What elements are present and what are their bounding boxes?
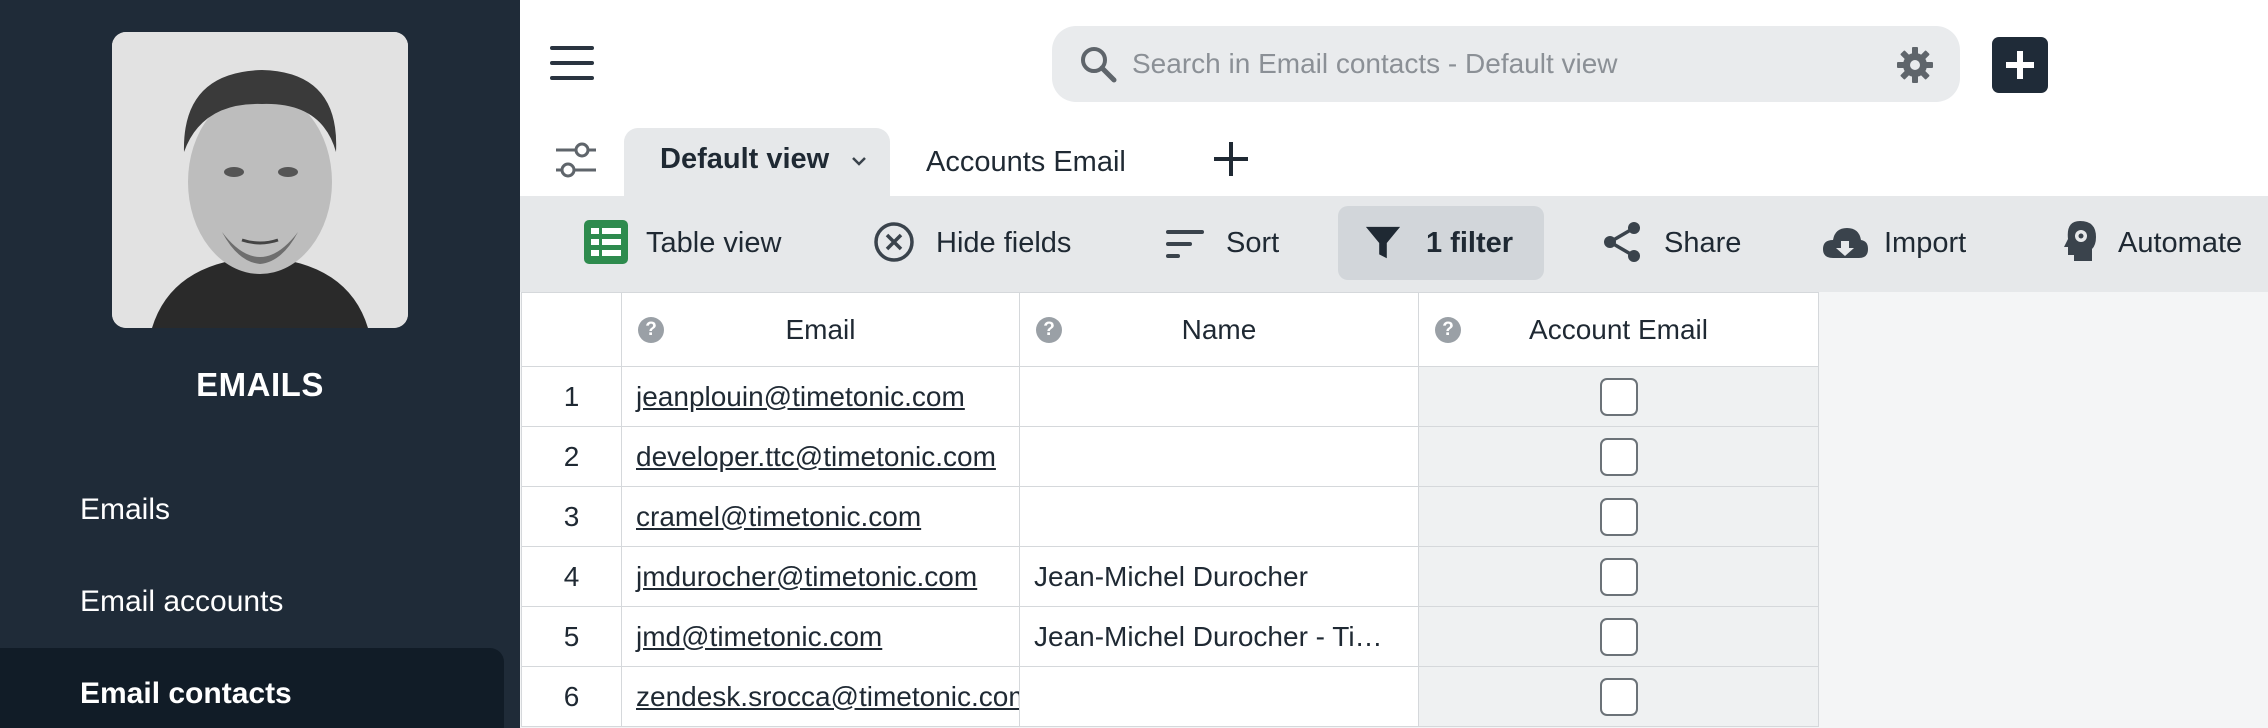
hide-fields-icon <box>874 222 914 262</box>
name-cell[interactable] <box>1019 666 1419 727</box>
table-view-label: Table view <box>646 227 782 259</box>
row-number-header <box>521 292 622 367</box>
import-label: Import <box>1884 227 1967 259</box>
row-number: 3 <box>521 486 622 547</box>
search-input[interactable] <box>1132 26 1912 102</box>
toolbar: Table view Hide fields Sort 1 filter Sha… <box>520 196 2268 292</box>
user-photo-icon <box>112 32 408 328</box>
help-icon[interactable]: ? <box>1435 317 1461 343</box>
column-header-account-email[interactable]: ? Account Email <box>1418 292 1819 367</box>
account-email-cell <box>1418 426 1819 487</box>
sidebar-item-emails[interactable]: Emails <box>0 464 504 556</box>
table-view-button[interactable]: Table view <box>582 206 782 280</box>
email-cell[interactable]: zendesk.srocca@timetonic.com <box>621 666 1020 727</box>
email-cell[interactable]: jeanplouin@timetonic.com <box>621 366 1020 427</box>
menu-icon[interactable] <box>550 46 594 80</box>
add-button[interactable] <box>1992 37 2048 93</box>
account-email-checkbox[interactable] <box>1599 377 1638 416</box>
row-number: 5 <box>521 606 622 667</box>
hide-fields-label: Hide fields <box>936 227 1072 259</box>
row-number: 4 <box>521 546 622 607</box>
avatar[interactable] <box>112 32 408 328</box>
account-email-cell <box>1418 546 1819 607</box>
name-cell[interactable]: Jean-Michel Durocher - Ti… <box>1019 606 1419 667</box>
automate-label: Automate <box>2118 227 2243 259</box>
table-view-icon <box>584 220 628 264</box>
table-row[interactable]: 3 cramel@timetonic.com <box>521 486 1819 547</box>
sidebar-item-email-accounts[interactable]: Email accounts <box>0 556 504 648</box>
search-icon <box>1081 47 1117 83</box>
gear-icon[interactable] <box>1896 46 1934 84</box>
share-label: Share <box>1664 227 1742 259</box>
tab-default-view[interactable]: Default view <box>624 128 890 196</box>
row-number: 2 <box>521 426 622 487</box>
share-icon <box>1604 222 1640 262</box>
tab-accounts-email[interactable]: Accounts Email <box>926 128 1126 196</box>
chevron-down-icon[interactable] <box>850 152 868 170</box>
column-header-email[interactable]: ? Email <box>621 292 1020 367</box>
email-cell[interactable]: jmd@timetonic.com <box>621 606 1020 667</box>
sidebar: EMAILS Emails Email accounts Email conta… <box>0 0 520 728</box>
name-cell[interactable] <box>1019 486 1419 547</box>
automate-head-icon <box>2064 221 2096 261</box>
sort-icon <box>1166 230 1204 258</box>
hide-fields-button[interactable]: Hide fields <box>872 206 1092 280</box>
add-view-icon[interactable] <box>1214 142 1248 176</box>
table-header-row: ? Email ? Name ? Account Email <box>521 292 1819 367</box>
email-cell[interactable]: cramel@timetonic.com <box>621 486 1020 547</box>
account-email-checkbox[interactable] <box>1599 437 1638 476</box>
column-header-label: Name <box>1181 313 1257 345</box>
filter-label: 1 filter <box>1426 227 1514 259</box>
sidebar-item-email-contacts[interactable]: Email contacts <box>0 648 504 728</box>
sort-button[interactable]: Sort <box>1162 206 1302 280</box>
sort-label: Sort <box>1226 227 1280 259</box>
contacts-table: ? Email ? Name ? Account Email 1 jeanplo… <box>521 292 1819 727</box>
app-title: EMAILS <box>196 366 324 403</box>
table-row[interactable]: 4 jmdurocher@timetonic.com Jean-Michel D… <box>521 546 1819 607</box>
column-header-name[interactable]: ? Name <box>1019 292 1419 367</box>
cloud-download-icon <box>1823 228 1868 258</box>
email-cell[interactable]: jmdurocher@timetonic.com <box>621 546 1020 607</box>
account-email-cell <box>1418 606 1819 667</box>
account-email-checkbox[interactable] <box>1599 617 1638 656</box>
search-bar <box>1052 26 1960 102</box>
table-row[interactable]: 5 jmd@timetonic.com Jean-Michel Durocher… <box>521 606 1819 667</box>
help-icon[interactable]: ? <box>638 317 664 343</box>
name-cell[interactable] <box>1019 426 1419 487</box>
account-email-checkbox[interactable] <box>1599 557 1638 596</box>
tab-label: Default view <box>660 143 830 175</box>
import-button[interactable]: Import <box>1820 206 1980 280</box>
account-email-cell <box>1418 666 1819 727</box>
view-settings-icon[interactable] <box>554 138 598 182</box>
row-number: 6 <box>521 666 622 727</box>
row-number: 1 <box>521 366 622 427</box>
name-cell[interactable]: Jean-Michel Durocher <box>1019 546 1419 607</box>
help-icon[interactable]: ? <box>1036 317 1062 343</box>
share-button[interactable]: Share <box>1600 206 1750 280</box>
account-email-cell <box>1418 366 1819 427</box>
column-header-label: Account Email <box>1529 313 1708 345</box>
filter-icon <box>1365 226 1401 259</box>
account-email-cell <box>1418 486 1819 547</box>
table-area: ? Email ? Name ? Account Email 1 jeanplo… <box>520 292 2268 728</box>
table-row[interactable]: 6 zendesk.srocca@timetonic.com <box>521 666 1819 727</box>
account-email-checkbox[interactable] <box>1599 497 1638 536</box>
table-row[interactable]: 1 jeanplouin@timetonic.com <box>521 366 1819 427</box>
name-cell[interactable] <box>1019 366 1419 427</box>
automate-button[interactable]: Automate <box>2060 206 2260 280</box>
table-row[interactable]: 2 developer.ttc@timetonic.com <box>521 426 1819 487</box>
column-header-label: Email <box>785 313 856 345</box>
email-cell[interactable]: developer.ttc@timetonic.com <box>621 426 1020 487</box>
filter-button[interactable]: 1 filter <box>1338 206 1544 280</box>
account-email-checkbox[interactable] <box>1599 677 1638 716</box>
